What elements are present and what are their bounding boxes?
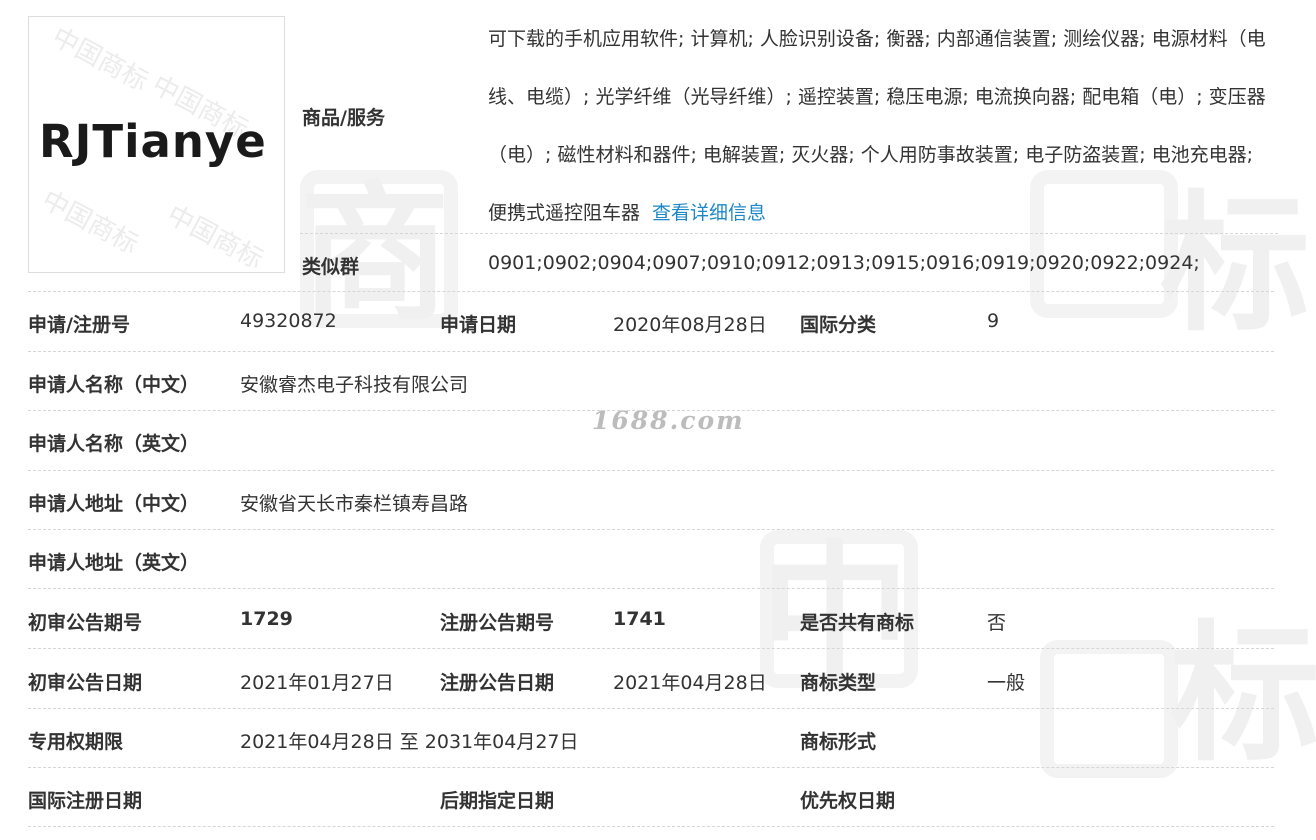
app-date-label: 申请日期	[440, 314, 517, 336]
reg-notice-date-value: 2021年04月28日	[613, 672, 767, 694]
goods-list: 可下载的手机应用软件; 计算机; 人脸识别设备; 衡器; 内部通信装置; 测绘仪…	[488, 10, 1278, 242]
address-cn-value: 安徽省天长市秦栏镇寿昌路	[240, 493, 469, 515]
trademark-logo-image: 中国商标 中国商标 中国商标 中国商标 RJTianye	[28, 16, 285, 273]
reg-notice-no-value: 1741	[613, 608, 666, 630]
exclusive-term-label: 专用权期限	[28, 731, 124, 753]
reg-no-value: 49320872	[240, 310, 337, 332]
logo-watermark: 中国商标	[46, 22, 153, 98]
logo-watermark: 中国商标	[161, 200, 268, 273]
similar-group-value: 0901;0902;0904;0907;0910;0912;0913;0915;…	[488, 252, 1200, 274]
tm-type-value: 一般	[987, 672, 1026, 694]
prelim-no-label: 初审公告期号	[28, 612, 143, 634]
applicant-cn-label: 申请人名称（中文）	[28, 374, 200, 396]
priority-date-label: 优先权日期	[800, 790, 896, 812]
tm-type-label: 商标类型	[800, 672, 877, 694]
logo-wordmark: RJTianye	[39, 115, 267, 168]
address-en-label: 申请人地址（英文）	[28, 552, 200, 574]
divider	[28, 767, 1274, 768]
divider	[28, 826, 1274, 827]
applicant-en-label: 申请人名称（英文）	[28, 433, 200, 455]
divider	[28, 351, 1274, 352]
view-details-link[interactable]: 查看详细信息	[652, 202, 766, 224]
similar-group-label: 类似群	[302, 256, 360, 278]
divider	[28, 648, 1274, 649]
later-date-label: 后期指定日期	[440, 790, 555, 812]
divider	[300, 233, 1278, 234]
prelim-no-value: 1729	[240, 608, 293, 630]
intl-class-label: 国际分类	[800, 314, 877, 336]
shared-label: 是否共有商标	[800, 612, 915, 634]
prelim-date-value: 2021年01月27日	[240, 672, 394, 694]
watermark-frame	[300, 170, 458, 328]
reg-notice-no-label: 注册公告期号	[440, 612, 555, 634]
applicant-cn-value: 安徽睿杰电子科技有限公司	[240, 374, 469, 396]
exclusive-term-value: 2021年04月28日 至 2031年04月27日	[240, 731, 579, 753]
logo-watermark: 中国商标	[36, 185, 143, 261]
watermark-char: 标	[1170, 608, 1316, 782]
divider	[28, 291, 1274, 292]
intl-class-value: 9	[987, 310, 1000, 332]
goods-label: 商品/服务	[302, 107, 385, 129]
watermark-frame	[1040, 640, 1178, 778]
goods-text: 可下载的手机应用软件; 计算机; 人脸识别设备; 衡器; 内部通信装置; 测绘仪…	[488, 28, 1266, 224]
divider	[28, 470, 1274, 471]
intl-reg-date-label: 国际注册日期	[28, 790, 143, 812]
address-cn-label: 申请人地址（中文）	[28, 493, 200, 515]
shared-value: 否	[987, 612, 1007, 634]
divider	[28, 529, 1274, 530]
reg-no-label: 申请/注册号	[28, 314, 130, 336]
app-date-value: 2020年08月28日	[613, 314, 767, 336]
reg-notice-date-label: 注册公告日期	[440, 672, 555, 694]
tm-form-label: 商标形式	[800, 731, 877, 753]
divider	[28, 588, 1274, 589]
prelim-date-label: 初审公告日期	[28, 672, 143, 694]
divider	[28, 708, 1274, 709]
divider	[28, 410, 1274, 411]
